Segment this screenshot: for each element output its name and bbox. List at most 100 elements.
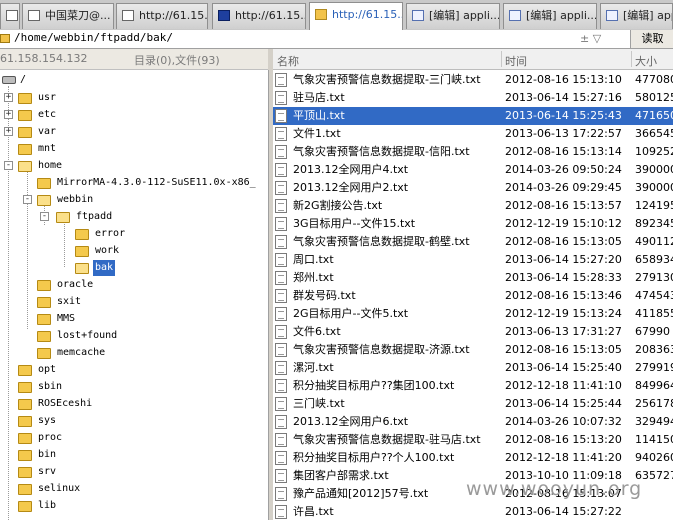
file-name: 文件1.txt — [293, 127, 341, 140]
tree-item-mirrorma[interactable]: MirrorMA-4.3.0-112-SuSE11.0x-x86_ — [0, 175, 268, 191]
file-name: 2013.12全网用户4.txt — [293, 163, 409, 176]
path-input[interactable]: /home/webbin/ftpadd/bak/ — [14, 31, 173, 44]
tree-item-proc[interactable]: proc — [0, 430, 268, 446]
text-file-icon — [275, 289, 287, 303]
tree-item-mms[interactable]: MMS — [0, 311, 268, 327]
file-row[interactable]: 2013.12全网用户4.txt 2014-03-26 09:50:24 39000… — [273, 161, 673, 179]
file-name: 漯河.txt — [293, 361, 334, 374]
tree-item-label: var — [38, 126, 57, 137]
file-row[interactable]: 漯河.txt 2013-06-14 15:25:40 279919 — [273, 359, 673, 377]
text-file-icon — [275, 271, 287, 285]
folder-icon — [18, 127, 32, 138]
tree-item-error[interactable]: error — [0, 226, 268, 242]
tree-item-bin[interactable]: bin — [0, 447, 268, 463]
file-row[interactable]: 2013.12全网用户6.txt 2014-03-26 10:07:32 32949… — [273, 413, 673, 431]
tree-item-label: memcache — [57, 347, 106, 358]
folder-icon — [18, 450, 32, 461]
file-row[interactable]: 2013.12全网用户2.txt 2014-03-26 09:29:45 39000… — [273, 179, 673, 197]
column-size-header[interactable]: 大小 — [635, 53, 657, 69]
tab-3[interactable]: http://61.15... — [212, 3, 306, 29]
tree-item-ftpadd[interactable]: - ftpadd — [0, 209, 268, 225]
text-file-icon — [275, 73, 287, 87]
file-row[interactable]: 文件6.txt 2013-06-13 17:31:27 67990 — [273, 323, 673, 341]
file-row[interactable]: 气象灾害预警信息数据提取-驻马店.txt 2012-08-16 15:13:20 1… — [273, 431, 673, 449]
file-row[interactable]: 驻马店.txt 2013-06-14 15:27:16 580125 — [273, 89, 673, 107]
text-file-icon — [275, 361, 287, 375]
file-row[interactable]: 平顶山.txt 2013-06-14 15:25:43 471650 — [273, 107, 673, 125]
file-row[interactable]: 积分抽奖目标用户??集团100.txt 2012-12-18 11:41:10 84… — [273, 377, 673, 395]
tab-6[interactable]: [编辑] appli... — [503, 3, 597, 29]
tree-item-lib[interactable]: lib — [0, 498, 268, 514]
tab-7[interactable]: [编辑] appl — [600, 3, 673, 29]
tree-item-opt[interactable]: opt — [0, 362, 268, 378]
tree-item-roseceshi[interactable]: ROSEceshi — [0, 396, 268, 412]
tree-item-sbin[interactable]: sbin — [0, 379, 268, 395]
flag-icon — [218, 10, 230, 21]
tree-item-etc[interactable]: + etc — [0, 107, 268, 123]
file-time: 2012-08-16 15:13:10 — [505, 73, 622, 86]
file-size: 490112 — [635, 235, 673, 248]
tree-item-home[interactable]: - home — [0, 158, 268, 174]
tree-item-work[interactable]: work — [0, 243, 268, 259]
tree-item-sxit[interactable]: sxit — [0, 294, 268, 310]
collapse-icon[interactable]: - — [40, 212, 49, 221]
file-row[interactable]: 三门峡.txt 2013-06-14 15:25:44 256178 — [273, 395, 673, 413]
tree-item-bak[interactable]: bak — [0, 260, 268, 276]
tree-item-usr[interactable]: + usr — [0, 90, 268, 106]
file-time: 2013-06-13 17:31:27 — [505, 325, 622, 338]
tree-item-label: / — [20, 74, 27, 85]
file-size: 256178 — [635, 397, 673, 410]
file-row[interactable]: 周口.txt 2013-06-14 15:27:20 658934 — [273, 251, 673, 269]
tab-2[interactable]: http://61.15... — [116, 3, 208, 29]
file-name: 气象灾害预警信息数据提取-鹤壁.txt — [293, 235, 470, 248]
collapse-icon[interactable]: - — [23, 195, 32, 204]
file-row[interactable]: 许昌.txt 2013-06-14 15:27:22 — [273, 503, 673, 520]
file-row[interactable]: 气象灾害预警信息数据提取-鹤壁.txt 2012-08-16 15:13:05 49… — [273, 233, 673, 251]
file-row[interactable]: 气象灾害预警信息数据提取-信阳.txt 2012-08-16 15:13:14 10… — [273, 143, 673, 161]
column-divider[interactable] — [631, 51, 632, 67]
file-name: 2013.12全网用户2.txt — [293, 181, 409, 194]
tree-item-webbin[interactable]: - webbin — [0, 192, 268, 208]
file-time: 2012-08-16 15:13:14 — [505, 145, 622, 158]
tree-item-sys[interactable]: sys — [0, 413, 268, 429]
text-file-icon — [275, 199, 287, 213]
tab-4-active[interactable]: http://61.15... — [309, 2, 403, 30]
file-row[interactable]: 2G目标用户--文件5.txt 2012-12-19 15:13:24 411855 — [273, 305, 673, 323]
tree-item-root[interactable]: / — [0, 72, 268, 88]
collapse-icon[interactable]: - — [4, 161, 13, 170]
tab-1[interactable]: 中国菜刀@... — [22, 3, 114, 29]
file-name: 周口.txt — [293, 253, 334, 266]
file-row[interactable]: 群发号码.txt 2012-08-16 15:13:46 474543 — [273, 287, 673, 305]
file-row[interactable]: 郑州.txt 2013-06-14 15:28:33 279130 — [273, 269, 673, 287]
file-row[interactable]: 新2G割接公告.txt 2012-08-16 15:13:57 124195 — [273, 197, 673, 215]
file-time: 2013-06-14 15:25:43 — [505, 109, 622, 122]
column-divider[interactable] — [501, 51, 502, 67]
tree-item-oracle[interactable]: oracle — [0, 277, 268, 293]
tree-item-var[interactable]: + var — [0, 124, 268, 140]
expand-icon[interactable]: + — [4, 93, 13, 102]
file-row[interactable]: 积分抽奖目标用户??个人100.txt 2012-12-18 11:41:20 94… — [273, 449, 673, 467]
file-row[interactable]: 气象灾害预警信息数据提取-济源.txt 2012-08-16 15:13:05 20… — [273, 341, 673, 359]
path-dropdown[interactable]: ± ▽ — [580, 30, 630, 47]
tree-item-lost-found[interactable]: lost+found — [0, 328, 268, 344]
tree-item-selinux[interactable]: selinux — [0, 481, 268, 497]
tree-item-memcache[interactable]: memcache — [0, 345, 268, 361]
file-row[interactable]: 气象灾害预警信息数据提取-三门峡.txt 2012-08-16 15:13:10 4… — [273, 71, 673, 89]
file-row[interactable]: 3G目标用户--文件15.txt 2012-12-19 15:10:12 89234… — [273, 215, 673, 233]
file-row[interactable]: 文件1.txt 2013-06-13 17:22:57 366545 — [273, 125, 673, 143]
page-icon — [6, 10, 18, 21]
file-size: 940260 — [635, 451, 673, 464]
read-button[interactable]: 读取 — [630, 30, 673, 48]
tab-0[interactable] — [0, 3, 20, 29]
column-time-header[interactable]: 时间 — [505, 53, 527, 69]
tab-label: [编辑] appli... — [429, 9, 500, 22]
tree-item-srv[interactable]: srv — [0, 464, 268, 480]
tree-item-label: bin — [38, 449, 57, 460]
tab-5[interactable]: [编辑] appli... — [406, 3, 500, 29]
expand-icon[interactable]: + — [4, 127, 13, 136]
expand-icon[interactable]: + — [4, 110, 13, 119]
tree-item-mnt[interactable]: mnt — [0, 141, 268, 157]
column-name-header[interactable]: 名称 — [277, 53, 299, 69]
file-time: 2013-06-14 15:28:33 — [505, 271, 622, 284]
page-icon — [28, 10, 40, 21]
